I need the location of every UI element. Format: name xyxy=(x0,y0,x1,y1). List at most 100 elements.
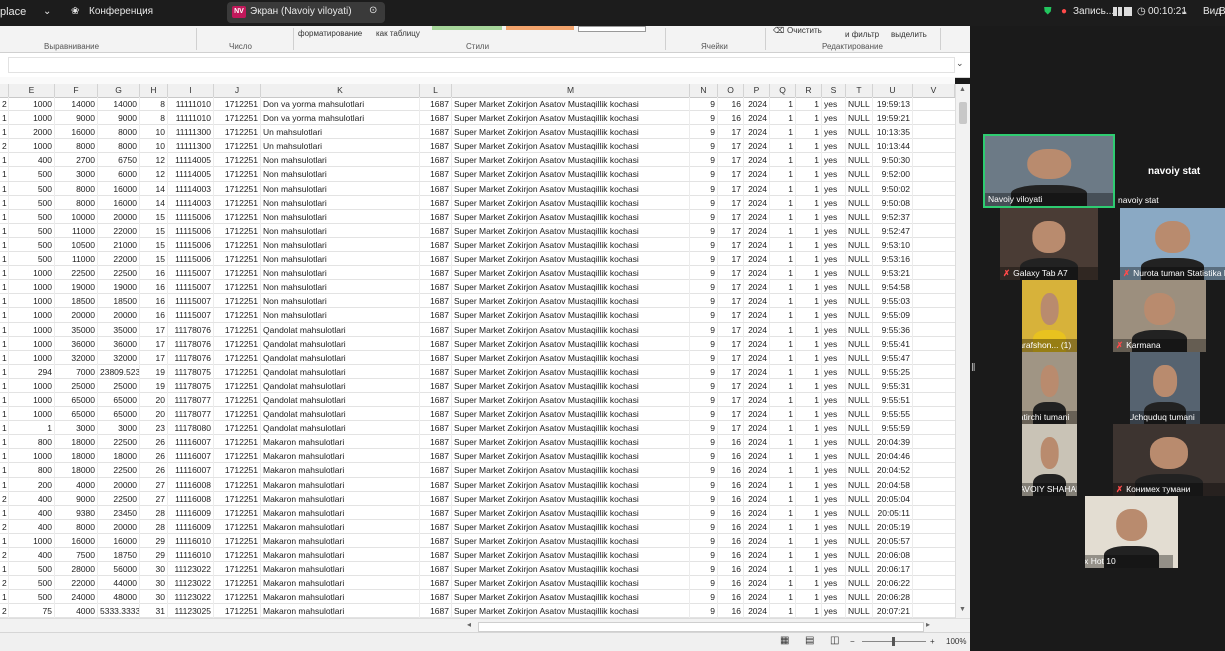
table-cell[interactable]: Makaron mahsulotlari xyxy=(261,435,420,450)
table-cell[interactable]: 20:06:28 xyxy=(873,590,913,605)
table-cell[interactable]: 30 xyxy=(140,590,168,605)
table-cell[interactable]: yes xyxy=(822,350,846,365)
table-cell[interactable]: 16 xyxy=(140,294,168,309)
table-cell[interactable]: NULL xyxy=(846,604,873,618)
table-cell[interactable]: 1 xyxy=(796,223,822,238)
table-cell[interactable]: 1 xyxy=(796,195,822,210)
table-cell[interactable]: 1712251 xyxy=(214,195,261,210)
table-cell[interactable]: Super Market Zokirjon Asatov Mustaqillik… xyxy=(452,209,690,224)
table-cell[interactable]: Super Market Zokirjon Asatov Mustaqillik… xyxy=(452,407,690,422)
table-cell[interactable]: 32000 xyxy=(98,350,140,365)
table-cell[interactable]: 8000 xyxy=(55,195,98,210)
table-cell[interactable]: 1 xyxy=(770,364,796,379)
table-cell[interactable]: 800 xyxy=(9,435,55,450)
table-cell[interactable]: Non mahsulotlari xyxy=(261,181,420,196)
table-cell[interactable]: 9 xyxy=(690,477,718,492)
table-cell[interactable]: Qandolat mahsulotlari xyxy=(261,350,420,365)
table-cell[interactable]: 400 xyxy=(9,505,55,520)
table-cell[interactable]: 1712251 xyxy=(214,463,261,478)
participant-tile[interactable]: ✗Zarafshon... (1) xyxy=(1022,280,1077,352)
table-cell[interactable]: Makaron mahsulotlari xyxy=(261,562,420,577)
table-cell[interactable]: 20000 xyxy=(55,308,98,323)
table-cell[interactable]: 65000 xyxy=(98,392,140,407)
table-cell[interactable]: 1 xyxy=(0,209,9,224)
table-cell[interactable]: 17 xyxy=(718,195,744,210)
table-cell[interactable]: 1687 xyxy=(420,153,452,168)
table-cell[interactable]: 9:55:31 xyxy=(873,378,913,393)
table-cell[interactable]: 20:06:17 xyxy=(873,562,913,577)
table-cell[interactable]: 16000 xyxy=(98,195,140,210)
table-cell[interactable]: NULL xyxy=(846,364,873,379)
table-cell[interactable]: 16 xyxy=(718,491,744,506)
table-cell[interactable]: 19:59:13 xyxy=(873,97,913,111)
table-cell[interactable]: 1 xyxy=(0,463,9,478)
table-cell[interactable]: 9:52:47 xyxy=(873,223,913,238)
table-cell[interactable]: 20:05:04 xyxy=(873,491,913,506)
table-cell[interactable]: 1712251 xyxy=(214,125,261,140)
table-cell[interactable]: 1 xyxy=(796,308,822,323)
table-cell[interactable]: 2024 xyxy=(744,491,770,506)
table-cell[interactable]: 16000 xyxy=(55,125,98,140)
table-cell[interactable]: 9:55:47 xyxy=(873,350,913,365)
chevron-down-icon[interactable]: ⌄ xyxy=(43,6,51,17)
table-cell[interactable]: 20:06:22 xyxy=(873,576,913,591)
table-cell[interactable]: 16 xyxy=(140,308,168,323)
horizontal-scrollbar[interactable]: ◂ ▸ xyxy=(0,618,970,633)
table-cell[interactable]: 2024 xyxy=(744,237,770,252)
table-cell[interactable]: 1 xyxy=(796,576,822,591)
table-cell[interactable]: Non mahsulotlari xyxy=(261,195,420,210)
table-cell[interactable]: 1 xyxy=(0,294,9,309)
table-cell[interactable]: Super Market Zokirjon Asatov Mustaqillik… xyxy=(452,252,690,267)
table-cell[interactable]: 4000 xyxy=(55,604,98,618)
table-cell[interactable]: 9 xyxy=(690,153,718,168)
table-cell[interactable]: 11178080 xyxy=(168,421,214,436)
table-cell[interactable]: Super Market Zokirjon Asatov Mustaqillik… xyxy=(452,604,690,618)
table-cell[interactable]: NULL xyxy=(846,407,873,422)
table-cell[interactable]: NULL xyxy=(846,505,873,520)
column-header[interactable]: F xyxy=(55,84,98,97)
table-cell[interactable]: 2024 xyxy=(744,350,770,365)
table-cell[interactable]: 9:55:41 xyxy=(873,336,913,351)
table-cell[interactable]: 17 xyxy=(140,350,168,365)
column-header[interactable]: J xyxy=(214,84,261,97)
table-cell[interactable]: Un mahsulotlari xyxy=(261,125,420,140)
table-cell[interactable]: yes xyxy=(822,449,846,464)
table-cell[interactable]: 16 xyxy=(718,111,744,126)
table-cell[interactable]: 9 xyxy=(690,181,718,196)
column-header[interactable]: I xyxy=(168,84,214,97)
table-cell[interactable]: 15 xyxy=(140,237,168,252)
table-cell[interactable]: 1687 xyxy=(420,111,452,126)
page-layout-icon[interactable]: ▤ xyxy=(805,635,814,646)
table-cell[interactable]: 18500 xyxy=(98,294,140,309)
table-cell[interactable]: Super Market Zokirjon Asatov Mustaqillik… xyxy=(452,111,690,126)
table-cell[interactable]: 1712251 xyxy=(214,181,261,196)
table-cell[interactable]: 15 xyxy=(140,223,168,238)
table-cell[interactable]: 1712251 xyxy=(214,407,261,422)
table-cell[interactable]: 1712251 xyxy=(214,533,261,548)
table-cell[interactable]: 9 xyxy=(690,604,718,618)
table-cell[interactable]: Non mahsulotlari xyxy=(261,252,420,267)
table-cell[interactable]: NULL xyxy=(846,97,873,111)
table-cell[interactable]: Super Market Zokirjon Asatov Mustaqillik… xyxy=(452,519,690,534)
table-cell[interactable]: 17 xyxy=(718,364,744,379)
table-cell[interactable]: 17 xyxy=(718,308,744,323)
table-cell[interactable]: 2024 xyxy=(744,97,770,111)
participant-tile[interactable]: ✗ Karmana xyxy=(1113,280,1206,352)
table-cell[interactable]: 9:55:55 xyxy=(873,407,913,422)
table-cell[interactable]: 1 xyxy=(796,392,822,407)
table-cell[interactable]: 1 xyxy=(796,505,822,520)
table-cell[interactable]: 9 xyxy=(690,407,718,422)
table-cell[interactable]: NULL xyxy=(846,181,873,196)
table-cell[interactable]: 8000 xyxy=(98,125,140,140)
table-cell[interactable]: 19 xyxy=(140,364,168,379)
table-cell[interactable]: 17 xyxy=(718,209,744,224)
table-cell[interactable]: NULL xyxy=(846,435,873,450)
table-cell[interactable]: 2024 xyxy=(744,364,770,379)
table-cell[interactable]: 1712251 xyxy=(214,209,261,224)
table-cell[interactable]: 11116007 xyxy=(168,449,214,464)
table-cell[interactable]: 9 xyxy=(690,505,718,520)
table-cell[interactable]: 9000 xyxy=(98,111,140,126)
table-cell[interactable]: NULL xyxy=(846,167,873,182)
table-cell[interactable]: 1687 xyxy=(420,280,452,295)
table-cell[interactable]: 1712251 xyxy=(214,392,261,407)
